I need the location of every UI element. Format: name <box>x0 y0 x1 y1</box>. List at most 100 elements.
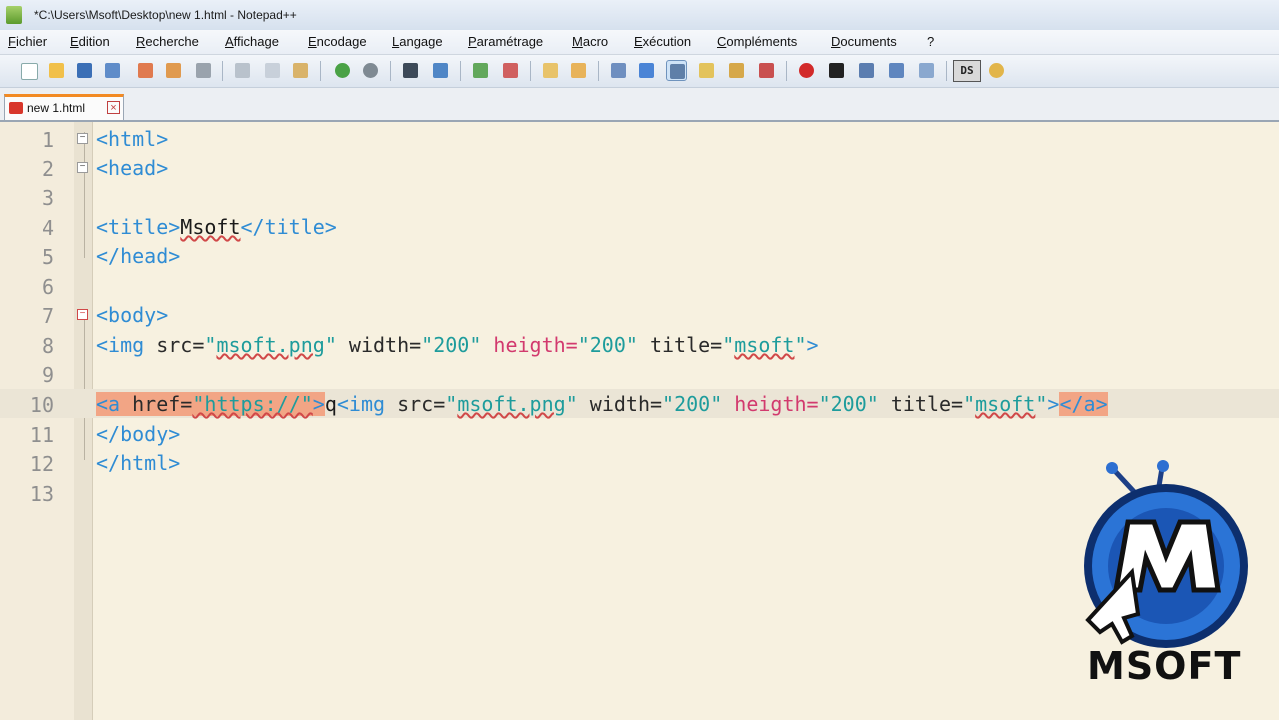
save-macro-button[interactable] <box>916 60 937 81</box>
code-line: 9 <box>0 359 1279 388</box>
attr-value: "200" <box>421 333 482 357</box>
plugin-button[interactable] <box>986 60 1007 81</box>
title-close-tag: </title> <box>240 215 337 239</box>
attr-value: " <box>1035 392 1048 416</box>
attr-width: width= <box>336 333 422 357</box>
menu-edition[interactable]: Edition <box>70 34 110 49</box>
attr-value: " <box>963 392 976 416</box>
zoom-in-button[interactable] <box>470 60 491 81</box>
copy-button[interactable] <box>262 60 283 81</box>
play-macro-button[interactable] <box>856 60 877 81</box>
body-close-tag: </body> <box>96 422 181 446</box>
doc-map-button[interactable] <box>726 60 747 81</box>
print-button[interactable] <box>193 60 214 81</box>
stop-icon <box>829 63 844 78</box>
cut-button[interactable] <box>232 60 253 81</box>
attr-title: title= <box>637 333 723 357</box>
new-file-icon <box>21 63 38 80</box>
binoculars-icon <box>403 63 418 78</box>
paste-button[interactable] <box>290 60 311 81</box>
tag-end: > <box>806 333 819 357</box>
zoom-in-icon <box>473 63 488 78</box>
menu-macro[interactable]: Macro <box>572 34 608 49</box>
sync-horizontal-button[interactable] <box>568 60 589 81</box>
menu-affichage[interactable]: Affichage <box>225 34 279 49</box>
menu-help[interactable]: ? <box>927 34 934 49</box>
replace-button[interactable] <box>430 60 451 81</box>
word-wrap-button[interactable] <box>608 60 629 81</box>
code-text: </body> <box>96 421 180 447</box>
title-bar: *C:\Users\Msoft\Desktop\new 1.html - Not… <box>0 0 1279 31</box>
code-text: <html> <box>96 126 168 152</box>
head-close-tag: </head> <box>96 244 181 268</box>
title-open-tag: <title> <box>96 215 181 239</box>
tab-label: new 1.html <box>27 101 86 115</box>
attr-value: "200" <box>818 392 879 416</box>
open-file-button[interactable] <box>46 60 67 81</box>
menu-fichier[interactable]: Fichier <box>8 34 47 49</box>
ds-button[interactable]: DS <box>953 60 981 82</box>
run-macro-multiple-button[interactable] <box>886 60 907 81</box>
print-icon <box>196 63 211 78</box>
find-button[interactable] <box>400 60 421 81</box>
record-icon <box>799 63 814 78</box>
line-number: 7 <box>41 304 54 328</box>
tab-new-1-html[interactable]: new 1.html × <box>4 94 124 120</box>
tag-end: > <box>1047 392 1060 416</box>
indent-guide-icon <box>670 64 685 79</box>
body-open-tag: <body> <box>96 303 169 327</box>
stop-macro-button[interactable] <box>826 60 847 81</box>
code-line: 6 <box>0 271 1279 300</box>
code-text: <body> <box>96 302 168 328</box>
record-macro-button[interactable] <box>796 60 817 81</box>
save-icon <box>77 63 92 78</box>
attr-heigth: heigth= <box>481 333 578 357</box>
sync-vertical-button[interactable] <box>540 60 561 81</box>
attr-value: " <box>324 333 337 357</box>
sync-vertical-icon <box>543 63 558 78</box>
code-line: 3 <box>0 182 1279 211</box>
paste-icon <box>293 63 308 78</box>
attr-value: " <box>722 333 735 357</box>
attr-href: href= <box>132 392 193 416</box>
save-all-button[interactable] <box>102 60 123 81</box>
tab-close-icon[interactable]: × <box>107 101 120 114</box>
tab-strip: new 1.html × <box>0 88 1279 122</box>
menu-recherche[interactable]: Recherche <box>136 34 199 49</box>
toolbar: DS <box>0 55 1279 88</box>
undo-icon <box>335 63 350 78</box>
line-number: 4 <box>41 216 54 240</box>
sync-horizontal-icon <box>571 63 586 78</box>
toolbar-separator <box>786 61 787 81</box>
lang-button[interactable] <box>696 60 717 81</box>
img-tag: <img <box>336 392 386 416</box>
attr-value: " <box>204 333 217 357</box>
notepadpp-icon <box>6 6 22 24</box>
play-icon <box>859 63 874 78</box>
save-button[interactable] <box>74 60 95 81</box>
indent-guide-button[interactable] <box>666 60 687 81</box>
undo-button[interactable] <box>332 60 353 81</box>
function-list-button[interactable] <box>756 60 777 81</box>
attr-value: msoft.png <box>457 392 566 416</box>
head-open-tag: <head> <box>96 156 169 180</box>
close-button[interactable] <box>135 60 156 81</box>
attr-value: msoft <box>734 333 795 357</box>
menu-langage[interactable]: Langage <box>392 34 443 49</box>
replace-icon <box>433 63 448 78</box>
menu-parametrage[interactable]: Paramétrage <box>468 34 543 49</box>
unsaved-file-icon <box>9 102 23 114</box>
show-all-chars-button[interactable] <box>636 60 657 81</box>
menu-execution[interactable]: Exécution <box>634 34 691 49</box>
attr-src: src= <box>385 392 446 416</box>
close-all-button[interactable] <box>163 60 184 81</box>
redo-button[interactable] <box>360 60 381 81</box>
zoom-out-button[interactable] <box>500 60 521 81</box>
copy-icon <box>265 63 280 78</box>
toolbar-separator <box>598 61 599 81</box>
menu-documents[interactable]: Documents <box>831 34 897 49</box>
new-file-button[interactable] <box>18 60 39 81</box>
menu-encodage[interactable]: Encodage <box>308 34 367 49</box>
toolbar-separator <box>320 61 321 81</box>
menu-complements[interactable]: Compléments <box>717 34 797 49</box>
